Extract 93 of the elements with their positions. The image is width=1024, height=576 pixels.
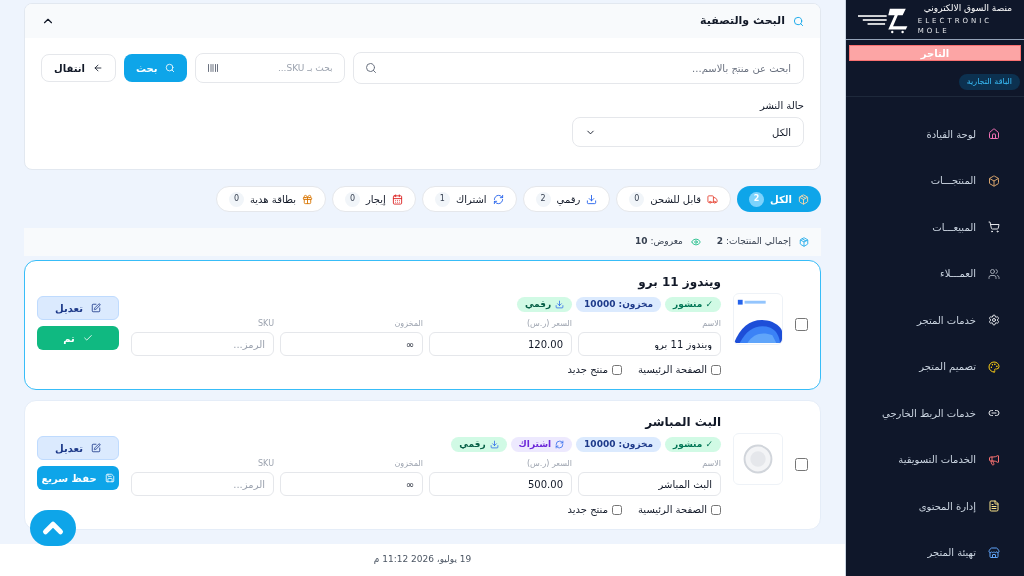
scroll-top-button[interactable] [30,510,76,546]
field-label: SKU [257,458,274,470]
input-field[interactable]: ∞ [280,472,423,496]
option-label: الصفحة الرئيسية [638,363,707,377]
menu-icon [988,453,1000,466]
menu-icon [988,546,1000,559]
box-icon [799,237,809,247]
sidebar-item[interactable]: إدارة المحتوى [846,483,1024,530]
sidebar-item[interactable]: تصميم المتجر [846,343,1024,390]
tab-icon [798,193,809,205]
tab-count: 2 [749,191,765,207]
search-icon [365,62,378,74]
input-field[interactable]: البث المباشر [578,472,721,496]
menu-icon [988,314,1000,327]
product-name: البث المباشر [643,414,721,431]
input-field[interactable]: الرمز... [131,472,274,496]
field-label: الاسم [701,458,721,470]
sidebar-item[interactable]: المنتجـــات [846,157,1024,204]
edit-icon [90,303,101,313]
tab-count: 0 [629,191,645,207]
status-badge: رقمي [516,297,573,312]
panel-title: البحث والتصفية [699,12,785,29]
field-label: SKU [257,318,274,330]
sidebar-item[interactable]: لوحة القيادة [846,111,1024,158]
option-checkbox[interactable] [612,364,622,375]
plan-badge: الباقة التجارية [958,74,1020,90]
field-label: المخزون [393,318,423,330]
input-field[interactable]: 500.00 [429,472,572,496]
menu-icon [988,174,1000,187]
arrow-left-icon [92,63,103,73]
input-field[interactable]: 120.00 [429,332,572,356]
field-label: الاسم [701,318,721,330]
option-checkbox[interactable] [711,364,721,375]
go-button[interactable]: انتقال [41,54,116,82]
field-label: السعر (ر.س) [525,458,572,470]
edit-icon [90,443,101,453]
tab-icon [586,193,598,205]
field-label: المخزون [393,458,423,470]
edit-button[interactable]: تعديل [37,436,119,460]
option-checkbox[interactable] [612,504,622,515]
input-field[interactable]: ∞ [280,332,423,356]
menu-icon [988,500,1000,513]
sidebar-item[interactable]: المبيعـــات [846,204,1024,251]
search-icon [793,15,804,27]
sku-field[interactable]: بحث بـ SKU... [195,53,346,83]
download-icon [489,440,499,449]
option-label: الصفحة الرئيسية [638,503,707,517]
option-checkbox[interactable] [711,504,721,515]
save-icon [104,473,115,483]
sidebar-item[interactable]: خدمات الربط الخارجي [846,390,1024,437]
tab-count: 2 [535,191,551,207]
edit-button[interactable]: تعديل [37,296,119,320]
refresh-icon [555,440,565,449]
barcode-icon [207,62,220,74]
tab-count: 0 [228,191,244,207]
field-label: حالة النشر [758,99,804,113]
tab-icon [391,193,403,205]
status-badge: رقمي [451,437,507,452]
sidebar-item[interactable]: العمـــلاء [846,250,1024,297]
status-badge: ✓ منشور [665,297,721,312]
check-icon [82,333,93,343]
sidebar-item[interactable]: الخدمات التسويقية [846,436,1024,483]
download-icon [555,300,565,309]
eye-icon [690,237,701,247]
select-checkbox[interactable] [795,458,808,471]
status-dropdown[interactable]: الكل [572,117,804,147]
select-checkbox[interactable] [795,318,808,331]
option-label: منتج جديد [567,363,608,377]
sidebar-item[interactable]: تهيئة المتجر [846,529,1024,576]
logo-title: منصة السوق الالكتروني [923,2,1012,16]
menu-icon [988,128,1000,141]
menu-icon [988,267,1000,280]
input-field[interactable]: ويندوز 11 برو [578,332,721,356]
menu-icon [988,221,1000,234]
tab-icon [492,193,504,205]
search-icon [165,63,176,73]
tab-icon [707,193,719,205]
sidebar-item[interactable]: خدمات المتجر [846,297,1024,344]
menu-icon [988,360,1000,373]
input-field[interactable]: الرمز... [131,332,274,356]
role-banner: التاجر [849,45,1021,61]
footer-date: 19 يوليو، 2026 11:12 م [373,553,472,567]
status-badge: مخزون: 10000 [576,297,662,312]
tab-icon [302,193,313,205]
option-label: منتج جديد [567,503,608,517]
search-field[interactable]: ابحث عن منتج بالاسم... [353,52,804,84]
status-badge: ✓ منشور [665,437,721,452]
status-badge: اشتراك [510,437,573,452]
tab-count: 1 [434,191,450,207]
tab-count: 0 [345,191,360,207]
product-name: ويندوز 11 برو [636,274,721,291]
status-badge: مخزون: 10000 [576,437,662,452]
field-label: السعر (ر.س) [525,318,572,330]
